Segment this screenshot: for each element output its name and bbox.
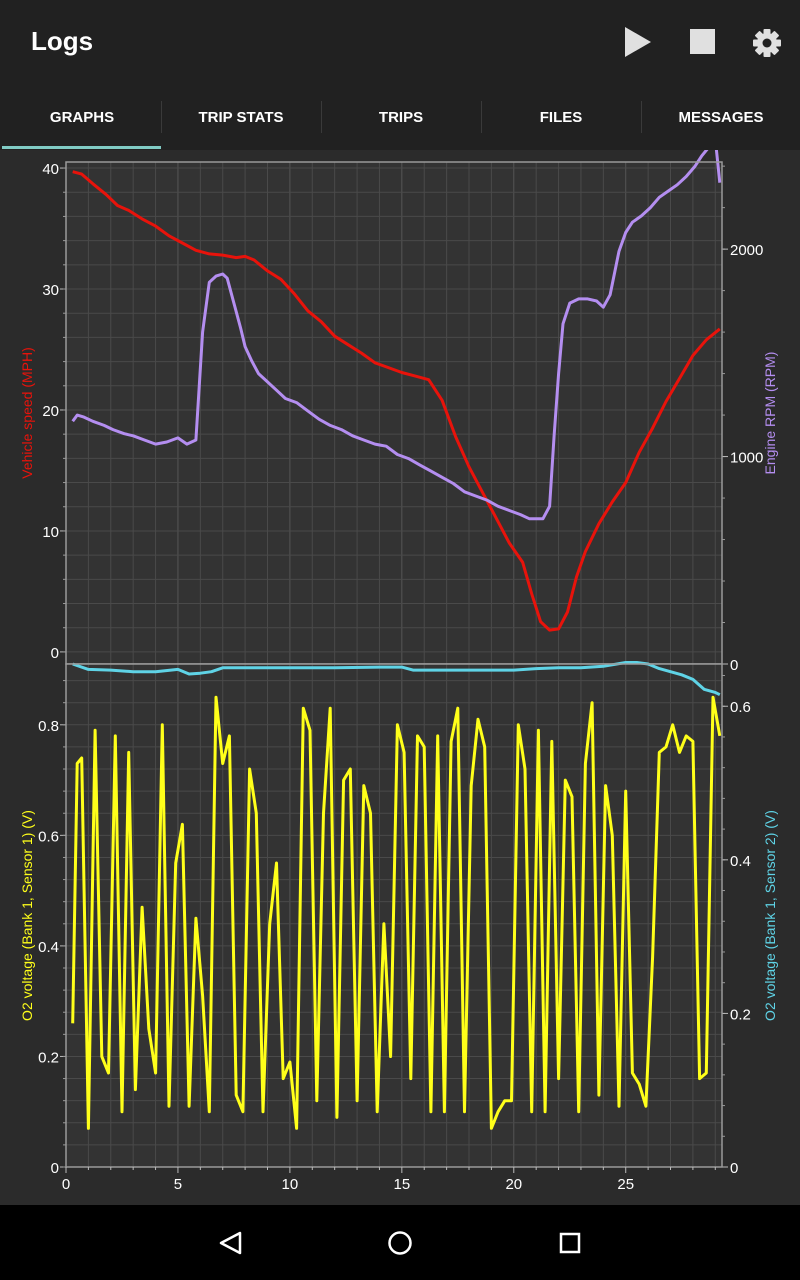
play-icon <box>625 27 651 57</box>
y-left-tick-label: 0.6 <box>38 828 59 845</box>
recents-button[interactable] <box>550 1223 590 1263</box>
app-bar: Logs <box>0 0 800 85</box>
y-left-tick-label: 0.4 <box>38 939 59 956</box>
back-button[interactable] <box>211 1223 251 1263</box>
x-tick-label: 25 <box>617 1176 634 1193</box>
back-triangle-icon <box>219 1231 242 1255</box>
tab-messages[interactable]: MESSAGES <box>641 85 800 150</box>
y-left-tick-label: 0 <box>51 645 59 662</box>
y-left-axis-title: O2 voltage (Bank 1, Sensor 1) (V) <box>19 810 35 1021</box>
stop-icon <box>690 29 715 54</box>
y-left-tick-label: 20 <box>42 403 59 420</box>
y-right-tick-label: 0 <box>730 1160 738 1177</box>
y-right-tick-label: 0 <box>730 657 738 674</box>
x-tick-label: 15 <box>393 1176 410 1193</box>
y-right-tick-label: 0.2 <box>730 1006 751 1023</box>
home-button[interactable] <box>380 1223 420 1263</box>
play-button[interactable] <box>618 22 658 62</box>
y-right-tick-label: 0.6 <box>730 699 751 716</box>
settings-button[interactable] <box>747 22 787 62</box>
x-tick-label: 10 <box>282 1176 299 1193</box>
y-right-axis-title: O2 voltage (Bank 1, Sensor 2) (V) <box>762 810 778 1021</box>
home-circle-icon <box>388 1231 412 1255</box>
y-right-tick-label: 1000 <box>730 450 763 467</box>
x-tick-label: 20 <box>505 1176 522 1193</box>
y-left-tick-label: 0 <box>51 1160 59 1177</box>
tab-graphs[interactable]: GRAPHS <box>2 85 162 150</box>
y-left-tick-label: 0.2 <box>38 1049 59 1066</box>
y-right-tick-label: 0.4 <box>730 853 751 870</box>
y-left-tick-label: 10 <box>42 524 59 541</box>
tab-trip-stats[interactable]: TRIP STATS <box>161 85 321 150</box>
y-right-axis-title: Engine RPM (RPM) <box>762 352 778 475</box>
tab-files[interactable]: FILES <box>481 85 641 150</box>
tab-bar: GRAPHS TRIP STATS TRIPS FILES MESSAGES <box>0 85 800 150</box>
o2-voltage-plot: 00.20.40.60.800.20.40.6O2 voltage (Bank … <box>19 661 778 1193</box>
x-tick-label: 5 <box>174 1176 182 1193</box>
recents-square-icon <box>559 1232 581 1254</box>
system-nav-bar <box>0 1205 800 1280</box>
y-left-tick-label: 30 <box>42 282 59 299</box>
y-left-axis-title: Vehicle speed (MPH) <box>19 347 35 479</box>
page-title: Logs <box>31 26 94 56</box>
y-left-tick-label: 0.8 <box>38 718 59 735</box>
speed-rpm-plot: 0 10 20 30 40 0 1000 2000 Vehicle speed (MPH) Eng… <box>19 137 778 674</box>
logs-chart[interactable]: 010203040010002000Vehicle speed (MPH) Eng… <box>0 137 800 1205</box>
tab-selected-indicator <box>2 146 161 149</box>
y-left-tick-label: 40 <box>42 161 59 178</box>
gear-icon <box>753 29 781 57</box>
y-right-tick-label: 2000 <box>730 242 763 259</box>
tab-trips[interactable]: TRIPS <box>321 85 481 150</box>
stop-button[interactable] <box>683 22 723 62</box>
x-tick-label: 0 <box>62 1176 70 1193</box>
graphs-content: 0 10 20 30 40 0 1000 2000 Vehicle speed (MPH) Eng… <box>0 137 800 1205</box>
